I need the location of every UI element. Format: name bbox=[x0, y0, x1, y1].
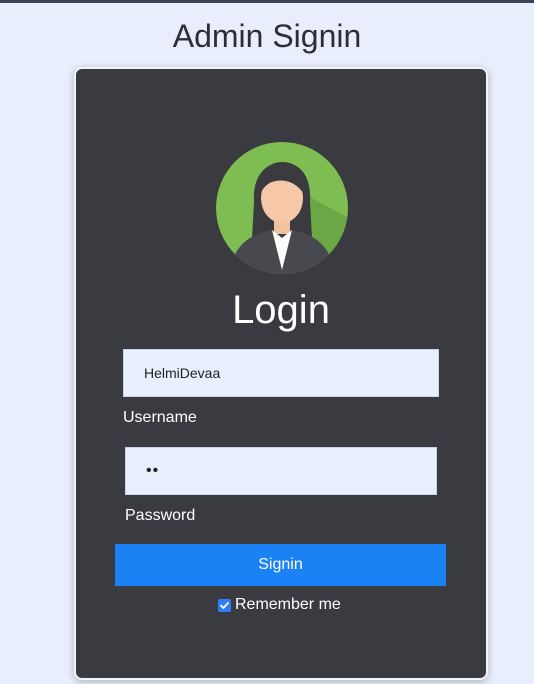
remember-me-label: Remember me bbox=[235, 596, 341, 613]
female-user-avatar-icon bbox=[216, 142, 348, 274]
top-border bbox=[0, 0, 534, 3]
username-input[interactable] bbox=[123, 349, 439, 397]
login-heading: Login bbox=[232, 288, 330, 332]
password-input[interactable] bbox=[125, 447, 437, 495]
remember-me-control[interactable]: Remember me bbox=[218, 596, 341, 614]
login-card: Login Username Password Signin Remember … bbox=[74, 67, 488, 680]
page-title: Admin Signin bbox=[172, 18, 362, 54]
checkmark-icon bbox=[220, 601, 229, 609]
remember-me-checkbox[interactable] bbox=[218, 598, 231, 612]
signin-button[interactable]: Signin bbox=[115, 544, 446, 586]
password-label: Password bbox=[125, 507, 196, 524]
username-label: Username bbox=[123, 409, 197, 426]
